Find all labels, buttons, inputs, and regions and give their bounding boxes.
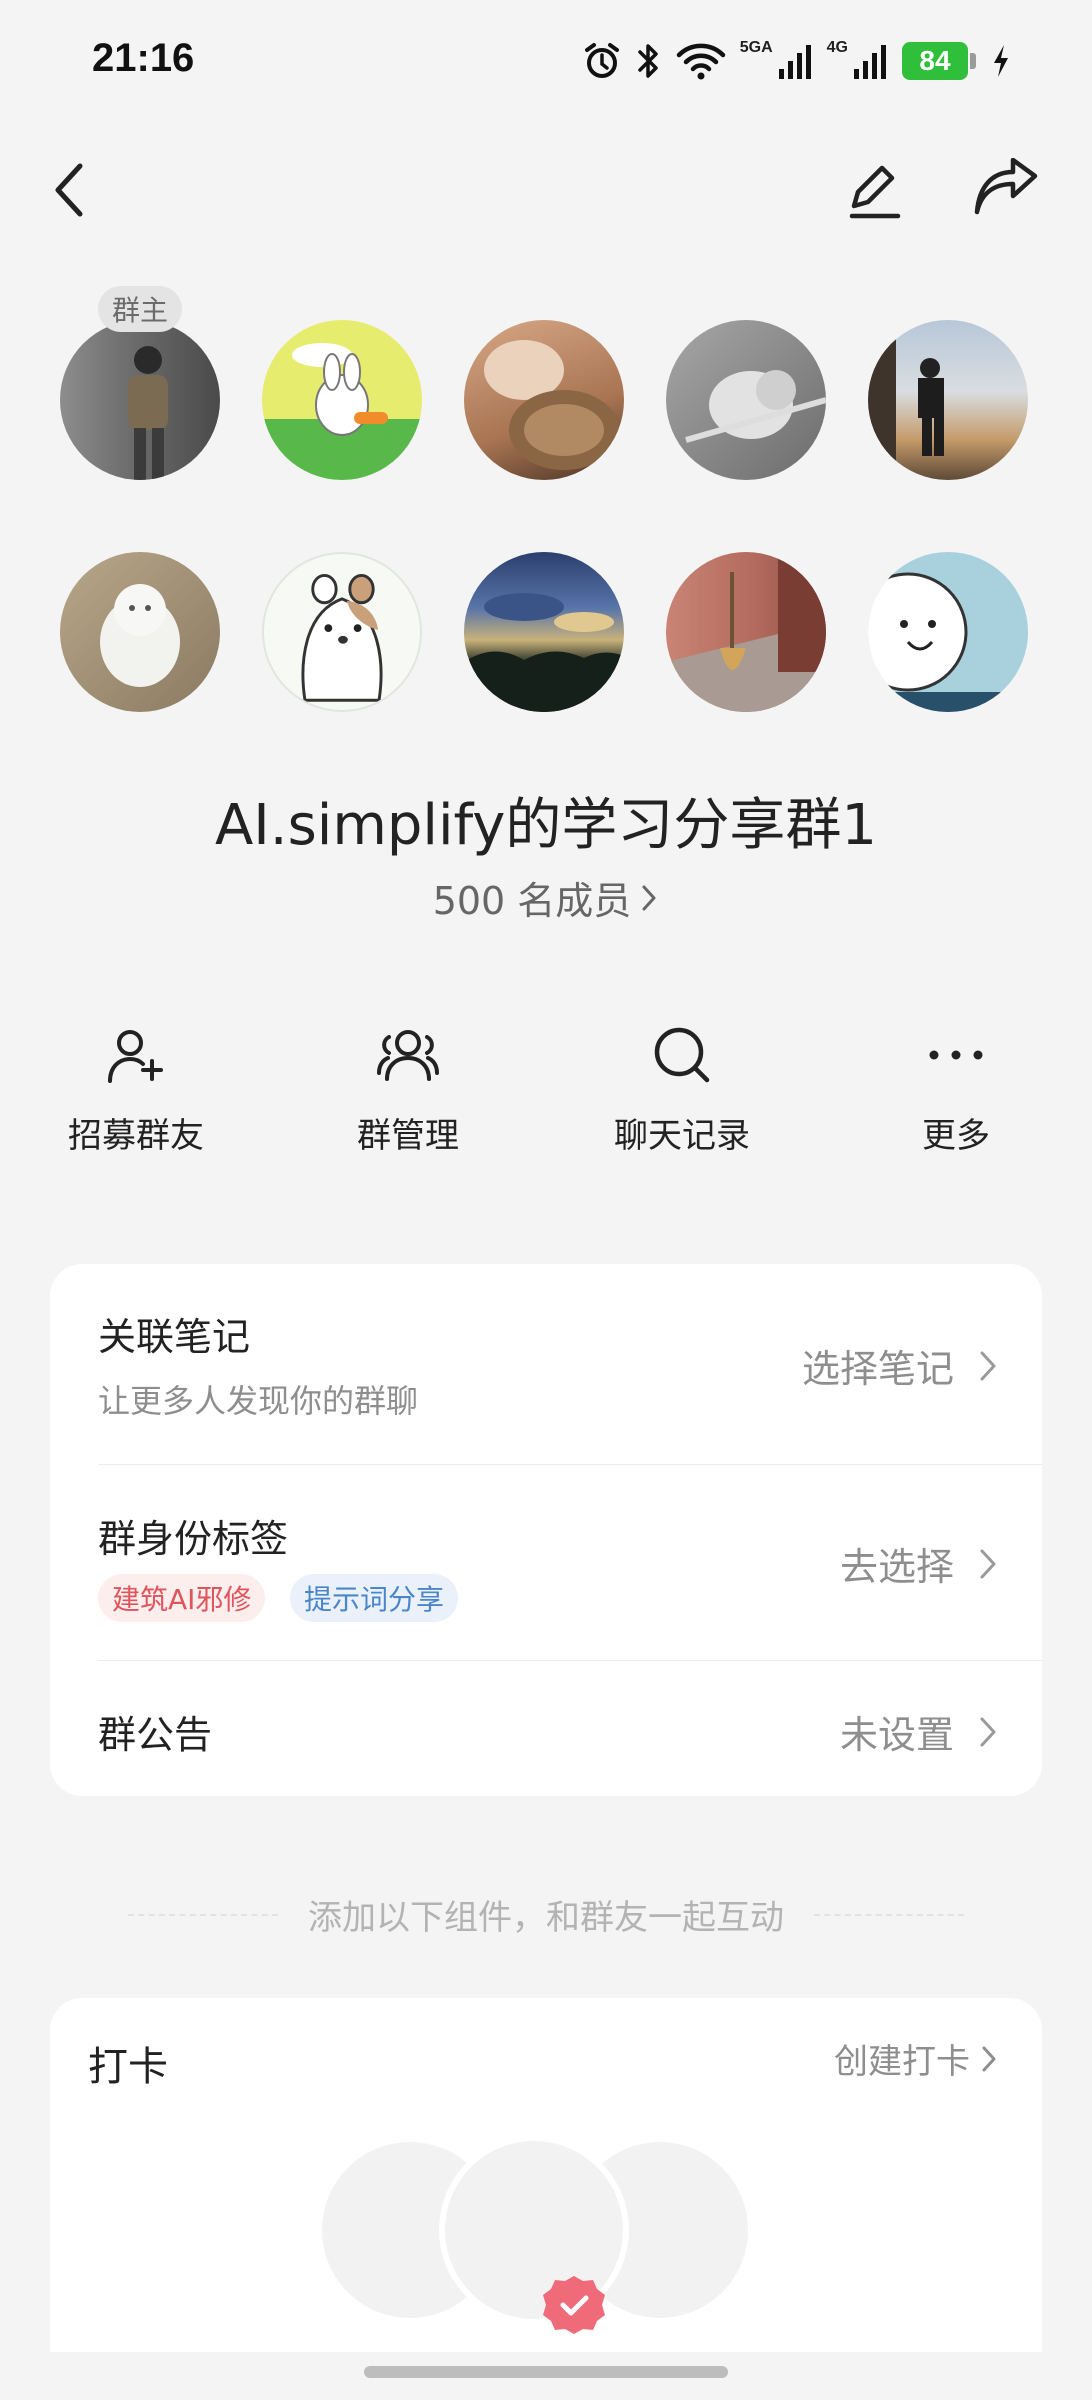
- pencil-icon: [849, 165, 901, 219]
- avatar-image: [100, 584, 180, 687]
- share-button[interactable]: [966, 150, 1046, 230]
- divider: [128, 1913, 278, 1916]
- announcement-status: 未设置: [839, 1713, 954, 1757]
- choose-tags-label: 去选择: [839, 1545, 954, 1589]
- more-dots-icon: [929, 1050, 983, 1060]
- search-icon: [654, 1027, 710, 1083]
- add-user-icon: [108, 1030, 163, 1083]
- identity-tags-title: 群身份标签: [98, 1517, 289, 1561]
- avatar-image: [868, 572, 1028, 712]
- network-5g-label: 5GA: [739, 39, 773, 56]
- divider: [814, 1913, 964, 1916]
- action-label: 更多: [922, 1116, 990, 1156]
- select-notes-link[interactable]: 选择笔记: [802, 1338, 998, 1393]
- signal-5g-icon: [778, 45, 811, 79]
- chevron-right-icon: [980, 1549, 996, 1578]
- charging-icon: [994, 45, 1008, 77]
- more-button[interactable]: 更多: [846, 1020, 1066, 1157]
- avatar-image: [685, 370, 826, 443]
- group-management-button[interactable]: 群管理: [298, 1020, 518, 1157]
- signal-4g-icon: [854, 45, 886, 79]
- announcement-title: 群公告: [98, 1713, 213, 1757]
- member-count-link[interactable]: 500 名成员: [0, 870, 1092, 925]
- action-label: 聊天记录: [614, 1116, 750, 1156]
- edit-button[interactable]: [834, 150, 914, 230]
- avatar-image: [301, 573, 383, 702]
- recruit-members-button[interactable]: 招募群友: [26, 1020, 246, 1157]
- top-nav: [0, 140, 1092, 240]
- widgets-hint-text: 添加以下组件，和群友一起互动: [308, 1898, 784, 1938]
- announcement-status-link[interactable]: 未设置: [840, 1704, 998, 1759]
- battery-level: 84: [902, 42, 968, 80]
- create-checkin-label: 创建打卡: [834, 2042, 970, 2082]
- group-name: AI.simplify的学习分享群1: [214, 793, 878, 858]
- owner-badge: 群主: [98, 286, 182, 332]
- identity-tag: 提示词分享: [290, 1574, 459, 1622]
- back-button[interactable]: [30, 150, 110, 230]
- widgets-hint: 添加以下组件，和群友一起互动: [0, 1890, 1092, 1939]
- status-icons: 5GA 4G 84: [582, 36, 1012, 86]
- battery-tip: [970, 53, 976, 69]
- member-avatar[interactable]: [464, 320, 624, 480]
- checkin-title: 打卡: [88, 2044, 168, 2090]
- chevron-right-icon: [982, 2046, 996, 2071]
- chat-history-button[interactable]: 聊天记录: [572, 1020, 792, 1157]
- avatar-image: [292, 343, 388, 436]
- member-avatar[interactable]: [262, 552, 422, 712]
- users-icon: [377, 1030, 439, 1081]
- home-indicator[interactable]: [364, 2366, 728, 2378]
- identity-tag: 建筑AI邪修: [98, 1574, 266, 1622]
- member-avatar[interactable]: [666, 552, 826, 712]
- member-avatar[interactable]: [60, 320, 220, 480]
- share-arrow-icon: [974, 158, 1038, 215]
- bluetooth-icon: [638, 44, 658, 78]
- chevron-right-icon: [980, 1351, 996, 1380]
- action-label: 招募群友: [68, 1116, 204, 1156]
- status-bar: 21:16 5GA 4G 84: [0, 0, 1092, 120]
- member-avatar[interactable]: [464, 552, 624, 712]
- chevron-right-icon: [642, 885, 656, 910]
- alarm-icon: [584, 43, 619, 78]
- avatar-image: [128, 346, 168, 480]
- wifi-icon: [676, 43, 725, 80]
- linked-notes-title: 关联笔记: [98, 1315, 251, 1359]
- member-count-label: 500 名成员: [432, 879, 632, 923]
- action-label: 群管理: [357, 1116, 459, 1156]
- avatar-image: [868, 320, 944, 480]
- choose-tags-link[interactable]: 去选择: [840, 1536, 998, 1591]
- linked-notes-subtitle: 让更多人发现你的群聊: [98, 1382, 419, 1420]
- member-avatar[interactable]: [868, 552, 1028, 712]
- chevron-left-icon: [55, 163, 83, 217]
- member-avatar[interactable]: [666, 320, 826, 480]
- chevron-right-icon: [980, 1717, 996, 1746]
- select-notes-label: 选择笔记: [801, 1347, 954, 1391]
- group-settings-card: 关联笔记 让更多人发现你的群聊 选择笔记 群身份标签 建筑AI邪修 提示词分享 …: [50, 1264, 1042, 1796]
- announcement-row[interactable]: 群公告 未设置: [50, 1660, 1042, 1796]
- linked-notes-row[interactable]: 关联笔记 让更多人发现你的群聊 选择笔记: [50, 1264, 1042, 1464]
- network-4g-label: 4G: [826, 39, 848, 56]
- avatar-image: [484, 340, 619, 470]
- avatar-image: [666, 552, 826, 712]
- checkin-card: 打卡 创建打卡: [50, 1998, 1042, 2400]
- identity-tags-row[interactable]: 群身份标签 建筑AI邪修 提示词分享 去选择: [50, 1464, 1042, 1660]
- status-time: 21:16: [92, 36, 195, 80]
- avatar-image: [464, 593, 624, 712]
- member-avatar[interactable]: [262, 320, 422, 480]
- create-checkin-link[interactable]: 创建打卡: [834, 2034, 998, 2083]
- member-avatar[interactable]: [60, 552, 220, 712]
- member-avatar[interactable]: [868, 320, 1028, 480]
- quick-actions: 招募群友 群管理 聊天记录 更多: [0, 1020, 1092, 1180]
